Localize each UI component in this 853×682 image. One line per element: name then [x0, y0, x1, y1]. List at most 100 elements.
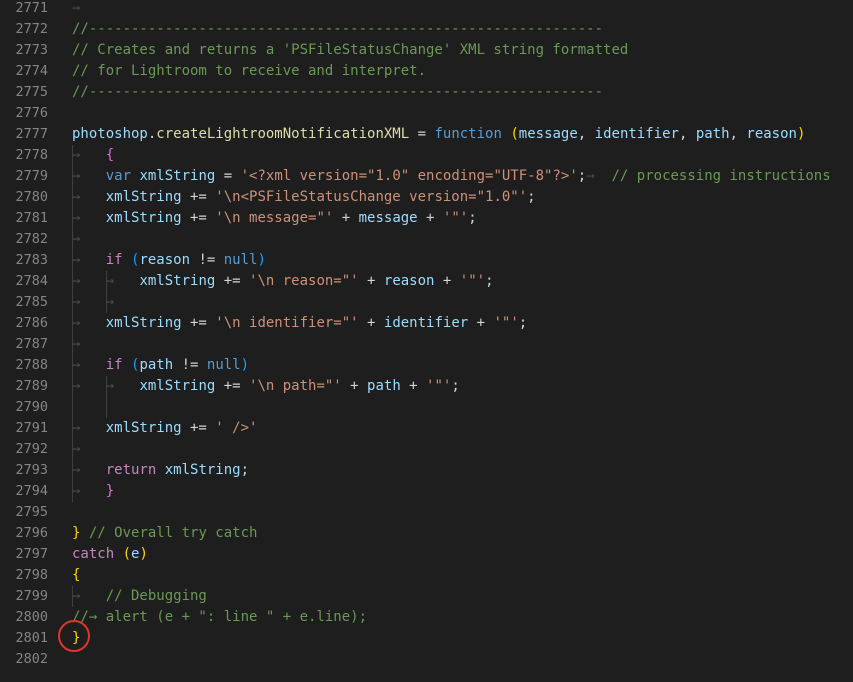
- code-string: '"': [426, 378, 452, 394]
- code-text: → → xmlString += '\n reason="' + reason …: [72, 271, 494, 292]
- line-number: 2779: [15, 168, 48, 184]
- code-comment: //→ alert (e + ": line " + e.line);: [72, 609, 368, 625]
- code-token: →: [72, 336, 81, 352]
- code-line[interactable]: 2802: [0, 649, 853, 670]
- code-line[interactable]: 2780 → xmlString += '\n<PSFileStatusChang…: [0, 187, 853, 208]
- code-line[interactable]: 2775 //----------------------------------…: [0, 82, 853, 103]
- code-token: →: [72, 168, 106, 184]
- code-token: photoshop: [72, 126, 148, 142]
- code-token: xmlString: [105, 420, 182, 436]
- code-line[interactable]: 2801}: [0, 628, 853, 649]
- code-token: xmlString: [139, 273, 216, 289]
- code-token: if: [105, 357, 123, 373]
- code-line[interactable]: 2781 → xmlString += '\n message="' + mess…: [0, 208, 853, 229]
- code-line[interactable]: 2774 // for Lightroom to receive and inte…: [0, 61, 853, 82]
- code-token: +: [468, 315, 494, 331]
- code-token: ): [240, 357, 250, 373]
- code-string: '<?xml version="1.0" encoding="UTF-8"?>': [240, 168, 578, 184]
- code-text: →: [72, 334, 80, 355]
- code-string: '"': [493, 315, 519, 331]
- line-number: 2771: [15, 0, 48, 16]
- code-line[interactable]: 2800 //→ alert (e + ": line " + e.line);: [0, 607, 853, 628]
- code-line[interactable]: 2787 →: [0, 334, 853, 355]
- code-text: → → xmlString += '\n path="' + path + '"…: [72, 376, 460, 397]
- code-line[interactable]: 2779 → var xmlString = '<?xml version="1.…: [0, 166, 853, 187]
- code-line[interactable]: 2796} // Overall try catch: [0, 523, 853, 544]
- code-line[interactable]: 2788 → if (path != null): [0, 355, 853, 376]
- line-number: 2783: [15, 252, 48, 268]
- code-token: ;: [451, 378, 460, 394]
- code-text: //→ alert (e + ": line " + e.line);: [72, 607, 367, 628]
- code-token: →: [72, 231, 81, 247]
- code-line[interactable]: 2777 photoshop.createLightroomNotificatio…: [0, 124, 853, 145]
- line-number: 2797: [15, 546, 48, 562]
- code-editor[interactable]: 2771 → 2772 //-----------------------------…: [0, 0, 853, 670]
- code-token: ): [257, 252, 266, 268]
- code-line[interactable]: 2791 → xmlString += ' />': [0, 418, 853, 439]
- code-line[interactable]: 2786 → xmlString += '\n identifier="' + i…: [0, 313, 853, 334]
- code-line[interactable]: 2798 {: [0, 565, 853, 586]
- code-line[interactable]: 2782 →: [0, 229, 853, 250]
- code-token: +=: [181, 189, 216, 205]
- code-string: '"': [442, 210, 469, 226]
- code-text: → →: [72, 292, 114, 313]
- line-number: 2802: [15, 651, 48, 667]
- code-line[interactable]: 2792 →: [0, 439, 853, 460]
- code-token: ;: [518, 315, 528, 331]
- code-token: path: [695, 126, 730, 142]
- code-line[interactable]: 2797 catch (e): [0, 544, 853, 565]
- code-line[interactable]: 2772 //----------------------------------…: [0, 19, 853, 40]
- code-text: → {: [72, 145, 114, 166]
- code-token: →: [72, 252, 106, 268]
- code-token: path: [139, 357, 174, 373]
- code-token: reason: [746, 126, 797, 142]
- code-line[interactable]: 2784 → → xmlString += '\n reason="' + rea…: [0, 271, 853, 292]
- code-text: → if (path != null): [72, 355, 249, 376]
- code-text: → // Debugging: [72, 586, 207, 607]
- line-number: 2772: [15, 21, 48, 37]
- code-token: +: [400, 378, 427, 394]
- code-token: xmlString: [164, 462, 241, 478]
- code-token: +=: [215, 378, 250, 394]
- code-text: → xmlString += '\n<PSFileStatusChange ve…: [72, 187, 536, 208]
- code-line[interactable]: 2793 → return xmlString;: [0, 460, 853, 481]
- code-line[interactable]: 2789 → → xmlString += '\n path="' + path …: [0, 376, 853, 397]
- line-number: 2777: [15, 126, 48, 142]
- code-token: null: [206, 357, 241, 373]
- code-line[interactable]: 2794 → }: [0, 481, 853, 502]
- code-token: var: [105, 168, 132, 184]
- code-token: →: [72, 189, 106, 205]
- line-number: 2784: [15, 273, 48, 289]
- code-token: !=: [173, 357, 207, 373]
- code-text: //--------------------------------------…: [72, 82, 603, 103]
- code-token: ;: [468, 210, 477, 226]
- code-line[interactable]: 2795: [0, 502, 853, 523]
- code-text: →: [72, 439, 80, 460]
- code-line[interactable]: 2771 →: [0, 0, 853, 19]
- code-line[interactable]: 2785 → →: [0, 292, 853, 313]
- code-text: } // Overall try catch: [72, 523, 257, 544]
- code-token: {: [72, 567, 81, 583]
- code-token: xmlString: [105, 315, 182, 331]
- line-number: 2786: [15, 315, 48, 331]
- code-token: →: [72, 441, 81, 457]
- code-line[interactable]: 2776: [0, 103, 853, 124]
- code-token: → →: [72, 378, 140, 394]
- code-token: ;: [485, 273, 494, 289]
- code-line[interactable]: 2790: [0, 397, 853, 418]
- line-number: 2785: [15, 294, 48, 310]
- code-line[interactable]: 2799 → // Debugging: [0, 586, 853, 607]
- code-line[interactable]: 2783 → if (reason != null): [0, 250, 853, 271]
- code-text: // for Lightroom to receive and interpre…: [72, 61, 426, 82]
- code-line[interactable]: 2778 → {: [0, 145, 853, 166]
- line-number: 2792: [15, 441, 48, 457]
- indent-guide: [72, 397, 73, 418]
- code-string: '"': [459, 273, 486, 289]
- code-token: xmlString: [105, 189, 182, 205]
- code-line[interactable]: 2773 // Creates and returns a 'PSFileStat…: [0, 40, 853, 61]
- code-token: ,: [577, 126, 595, 142]
- line-number: 2793: [15, 462, 48, 478]
